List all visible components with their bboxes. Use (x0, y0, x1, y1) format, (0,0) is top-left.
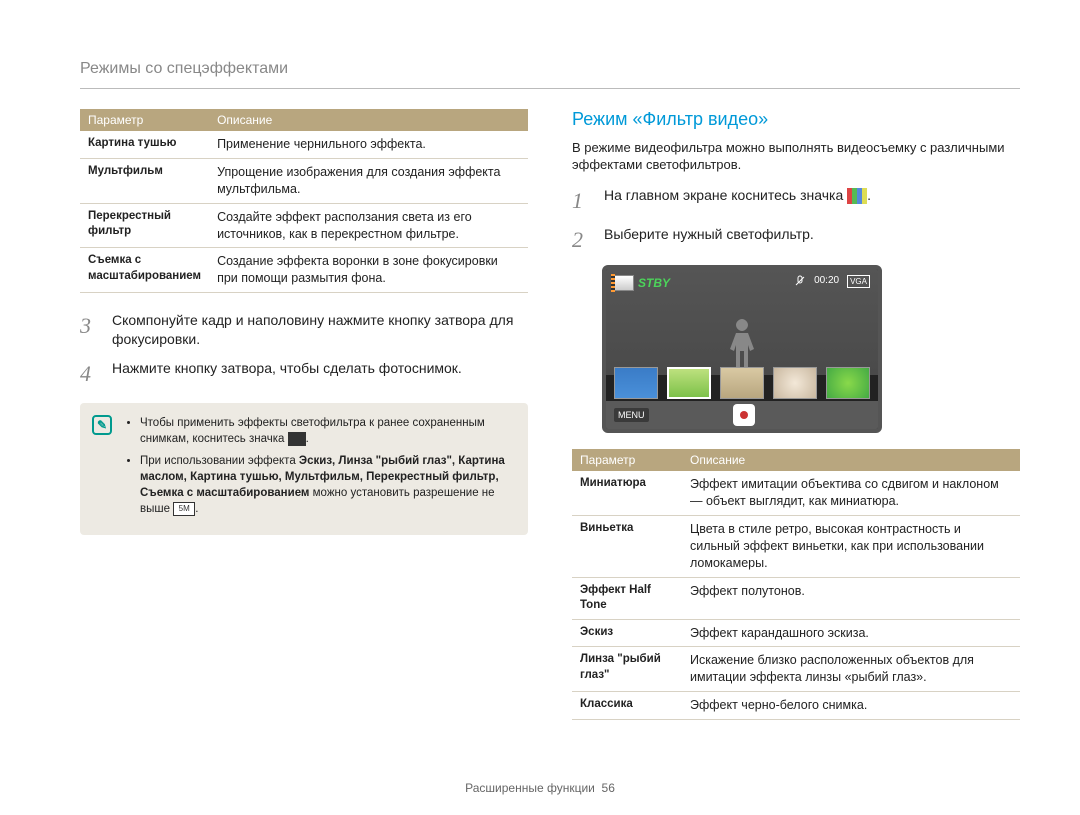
step-text: Выберите нужный светофильтр. (604, 225, 814, 255)
two-column-layout: Параметр Описание Картина тушью Применен… (80, 109, 1020, 738)
table-header-row: Параметр Описание (572, 449, 1020, 471)
table-row: Виньетка Цвета в стиле ретро, высокая ко… (572, 515, 1020, 577)
table-row: Перекрестный фильтр Создайте эффект расп… (80, 203, 528, 248)
step-text: На главном экране коснитесь значка . (604, 186, 871, 216)
filter-thumbnails (606, 367, 878, 399)
param-desc: Эффект полутонов. (682, 577, 1020, 619)
table-row: Миниатюра Эффект имитации объектива со с… (572, 471, 1020, 515)
page-footer: Расширенные функции 56 (0, 781, 1080, 795)
param-desc: Создание эффекта воронки в зоне фокусиро… (209, 248, 528, 293)
table-row: Линза "рыбий глаз" Искажение близко расп… (572, 647, 1020, 692)
step-4: 4 Нажмите кнопку затвора, чтобы сделать … (80, 359, 528, 389)
param-name: Съемка с масштабированием (80, 248, 209, 293)
footer-page-number: 56 (602, 781, 615, 795)
table-row: Съемка с масштабированием Создание эффек… (80, 248, 528, 293)
table-header-row: Параметр Описание (80, 109, 528, 131)
step-3: 3 Скомпонуйте кадр и наполовину нажмите … (80, 311, 528, 349)
table-row: Эффект Half Tone Эффект полутонов. (572, 577, 1020, 619)
footer-section: Расширенные функции (465, 781, 595, 795)
note-icon: ✎ (92, 415, 112, 435)
stby-label: STBY (638, 276, 670, 290)
mode-desc: В режиме видеофильтра можно выполнять ви… (572, 140, 1020, 174)
mode-title: Режим «Фильтр видео» (572, 109, 1020, 130)
param-desc: Эффект имитации объектива со сдвигом и н… (682, 471, 1020, 515)
note-item: При использовании эффекта Эскиз, Линза "… (140, 453, 512, 517)
filter-thumb[interactable] (720, 367, 764, 399)
step-2: 2 Выберите нужный светофильтр. (572, 225, 1020, 255)
param-name: Перекрестный фильтр (80, 203, 209, 248)
param-desc: Цвета в стиле ретро, высокая контрастнос… (682, 515, 1020, 577)
th-param: Параметр (80, 109, 209, 131)
film-icon (614, 275, 634, 291)
th-desc: Описание (682, 449, 1020, 471)
video-filter-icon (847, 188, 867, 204)
param-name: Миниатюра (572, 471, 682, 515)
th-desc: Описание (209, 109, 528, 131)
apply-effect-icon (288, 432, 306, 446)
right-params-table: Параметр Описание Миниатюра Эффект имита… (572, 449, 1020, 720)
param-desc: Эффект черно-белого снимка. (682, 692, 1020, 720)
table-row: Мультфильм Упрощение изображения для соз… (80, 158, 528, 203)
note-box: ✎ Чтобы применить эффекты светофильтра к… (80, 403, 528, 536)
step-text: Скомпонуйте кадр и наполовину нажмите кн… (112, 311, 528, 349)
resolution-badge: VGA (847, 275, 870, 288)
note-item: Чтобы применить эффекты светофильтра к р… (140, 415, 512, 447)
param-name: Классика (572, 692, 682, 720)
table-row: Классика Эффект черно-белого снимка. (572, 692, 1020, 720)
param-name: Картина тушью (80, 131, 209, 158)
table-row: Картина тушью Применение чернильного эфф… (80, 131, 528, 158)
camera-preview: STBY 00:20 VGA (602, 265, 882, 433)
camera-top-right: 00:20 VGA (794, 275, 870, 290)
menu-button[interactable]: MENU (614, 408, 649, 422)
stby-indicator: STBY (614, 275, 670, 291)
note-list: Чтобы применить эффекты светофильтра к р… (124, 415, 512, 524)
mic-mute-icon (794, 275, 806, 290)
filter-thumb[interactable] (826, 367, 870, 399)
param-name: Виньетка (572, 515, 682, 577)
left-column: Параметр Описание Картина тушью Применен… (80, 109, 528, 738)
param-desc: Искажение близко расположенных объектов … (682, 647, 1020, 692)
param-name: Эскиз (572, 619, 682, 647)
param-name: Линза "рыбий глаз" (572, 647, 682, 692)
filter-thumb-selected[interactable] (667, 367, 711, 399)
step-number: 4 (80, 359, 102, 389)
param-desc: Упрощение изображения для создания эффек… (209, 158, 528, 203)
param-name: Мультфильм (80, 158, 209, 203)
page-header: Режимы со спецэффектами (80, 60, 1020, 89)
param-desc: Применение чернильного эффекта. (209, 131, 528, 158)
record-button[interactable] (733, 404, 755, 426)
param-desc: Эффект карандашного эскиза. (682, 619, 1020, 647)
step-text: Нажмите кнопку затвора, чтобы сделать фо… (112, 359, 462, 389)
th-param: Параметр (572, 449, 682, 471)
filter-thumb[interactable] (614, 367, 658, 399)
camera-bottom-bar: MENU (606, 401, 878, 429)
step-number: 3 (80, 311, 102, 349)
step-1: 1 На главном экране коснитесь значка . (572, 186, 1020, 216)
param-desc: Создайте эффект расползания света из его… (209, 203, 528, 248)
resolution-icon: 5M (173, 502, 195, 516)
step-number: 2 (572, 225, 594, 255)
left-params-table: Параметр Описание Картина тушью Применен… (80, 109, 528, 293)
filter-thumb[interactable] (773, 367, 817, 399)
step-number: 1 (572, 186, 594, 216)
preview-silhouette (724, 319, 760, 369)
param-name: Эффект Half Tone (572, 577, 682, 619)
right-column: Режим «Фильтр видео» В режиме видеофильт… (572, 109, 1020, 738)
table-row: Эскиз Эффект карандашного эскиза. (572, 619, 1020, 647)
rec-time: 00:20 (814, 275, 839, 286)
